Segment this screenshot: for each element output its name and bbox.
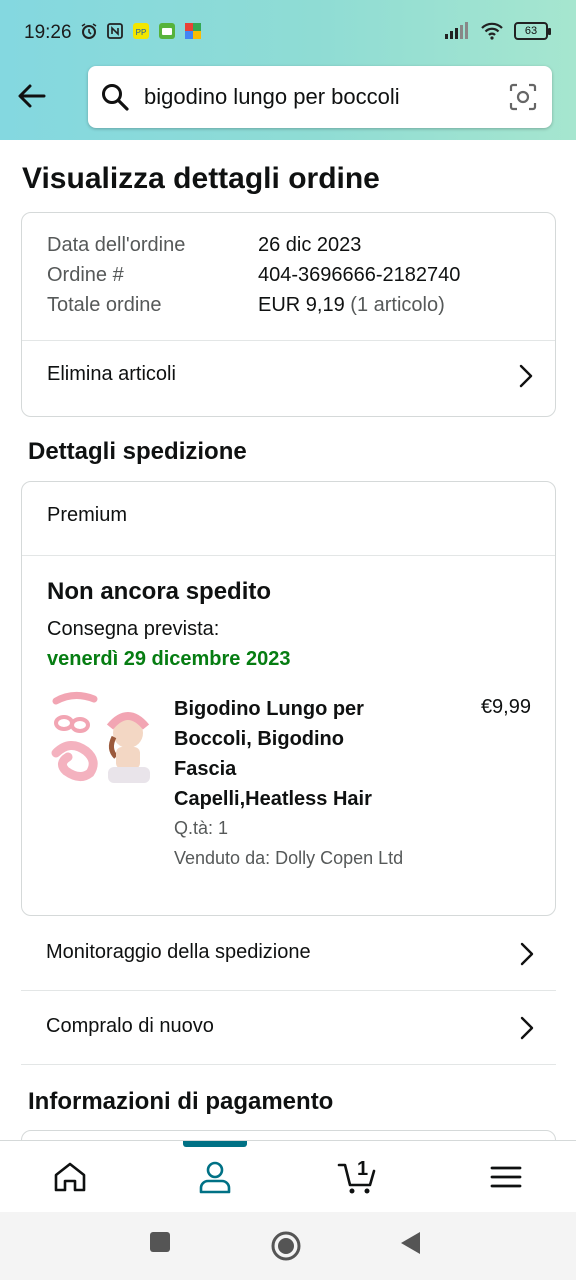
search-icon[interactable]	[100, 82, 130, 112]
order-number-value: 404-3696666-2182740	[258, 264, 461, 286]
svg-text:PP: PP	[136, 28, 147, 37]
product-quantity: Q.tà: 1	[174, 818, 229, 838]
product-title-line: Boccoli, Bigodino	[174, 728, 344, 750]
order-summary-card: Data dell'ordine 26 dic 2023 Ordine # 40…	[21, 212, 556, 417]
payment-card	[21, 1130, 556, 1140]
buy-again-label: Compralo di nuovo	[46, 1015, 214, 1037]
menu-icon[interactable]	[484, 1157, 528, 1197]
order-details-content: Visualizza dettagli ordine Data dell'ord…	[0, 140, 576, 1140]
home-button-icon[interactable]	[270, 1230, 302, 1262]
order-total-value: EUR 9,19 (1 articolo)	[258, 294, 445, 317]
product-title-link[interactable]: Bigodino Lungo per Boccoli, Bigodino Fas…	[174, 694, 414, 814]
product-title-line: Fascia	[174, 758, 237, 780]
divider	[22, 555, 555, 556]
back-button-icon[interactable]	[398, 1230, 422, 1256]
nfc-icon	[107, 23, 123, 39]
order-total-amount: EUR 9,19	[258, 294, 345, 316]
order-date-value: 26 dic 2023	[258, 234, 362, 256]
product-price: €9,99	[480, 696, 531, 718]
product-title-line: Bigodino Lungo per	[174, 698, 364, 720]
back-arrow-icon[interactable]	[14, 78, 50, 114]
search-input[interactable]: bigodino lungo per boccoli	[144, 84, 400, 110]
delete-items-row[interactable]: Elimina articoli	[22, 341, 555, 411]
track-shipment-label: Monitoraggio della spedizione	[46, 941, 311, 963]
cart-count-badge: 1	[357, 1158, 369, 1180]
order-total-items: (1 articolo)	[350, 294, 445, 316]
track-shipment-row[interactable]: Monitoraggio della spedizione	[21, 917, 556, 991]
order-total-label: Totale ordine	[47, 294, 162, 316]
recent-apps-icon[interactable]	[148, 1230, 172, 1254]
delete-items-label: Elimina articoli	[47, 363, 176, 385]
app-green-icon	[159, 23, 175, 39]
order-date-label: Data dell'ordine	[47, 234, 186, 256]
search-bar[interactable]: bigodino lungo per boccoli	[88, 66, 552, 128]
battery-icon: 63	[514, 22, 551, 40]
active-tab-indicator	[183, 1141, 247, 1147]
battery-level: 63	[524, 25, 538, 37]
expected-delivery-label: Consegna prevista:	[47, 618, 220, 640]
wifi-icon	[481, 22, 503, 40]
camera-scan-icon[interactable]	[508, 82, 538, 112]
chevron-right-icon	[520, 942, 534, 966]
alarm-icon	[81, 23, 97, 39]
system-navigation-bar	[0, 1212, 576, 1280]
status-time: 19:26	[24, 22, 72, 43]
shipping-card: Premium Non ancora spedito Consegna prev…	[21, 481, 556, 916]
status-system-icons: 63	[444, 22, 551, 40]
product-title-line: Capelli,Heatless Hair	[174, 788, 372, 810]
order-number-label: Ordine #	[47, 264, 124, 286]
product-seller: Venduto da: Dolly Copen Ltd	[174, 848, 404, 868]
shipping-heading: Dettagli spedizione	[28, 438, 247, 465]
app-pp-icon: PP	[133, 23, 149, 39]
home-icon[interactable]	[48, 1157, 92, 1197]
status-app-icons: PP	[80, 22, 202, 40]
chevron-right-icon	[519, 364, 533, 388]
expected-delivery-date: venerdì 29 dicembre 2023	[47, 648, 291, 670]
signal-icon	[445, 22, 468, 39]
bottom-navigation: 1	[0, 1140, 576, 1212]
account-icon[interactable]	[193, 1157, 237, 1197]
product-image[interactable]	[50, 687, 154, 787]
payment-heading: Informazioni di pagamento	[28, 1088, 334, 1115]
chevron-right-icon	[520, 1016, 534, 1040]
app-colorful-icon	[185, 23, 201, 39]
buy-again-row[interactable]: Compralo di nuovo	[21, 991, 556, 1065]
status-bar: 19:26 PP 63	[0, 0, 576, 64]
page-title: Visualizza dettagli ordine	[22, 162, 380, 195]
app-header: 19:26 PP 63 bigodino lungo per boccoli	[0, 0, 576, 140]
shipment-status: Non ancora spedito	[47, 578, 272, 605]
shipping-method: Premium	[47, 504, 128, 526]
